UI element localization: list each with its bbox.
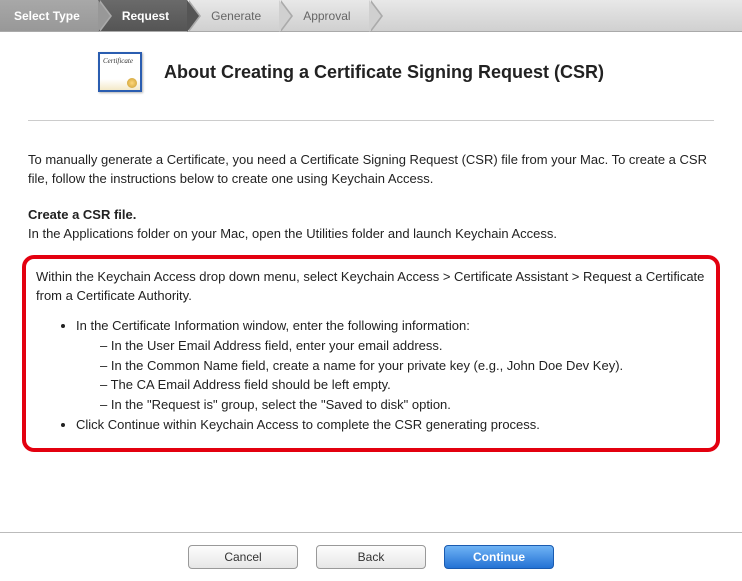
sub-list-item: In the Common Name field, create a name … bbox=[100, 356, 706, 376]
section-subtext: In the Applications folder on your Mac, … bbox=[28, 226, 714, 241]
certificate-icon-label: Certificate bbox=[103, 57, 137, 65]
continue-button[interactable]: Continue bbox=[444, 545, 554, 569]
sub-list-item: In the User Email Address field, enter y… bbox=[100, 336, 706, 356]
list-item-text: In the Certificate Information window, e… bbox=[76, 318, 470, 333]
section-heading: Create a CSR file. bbox=[28, 207, 714, 222]
sub-list-item: In the "Request is" group, select the "S… bbox=[100, 395, 706, 415]
page-title: About Creating a Certificate Signing Req… bbox=[164, 62, 604, 83]
certificate-seal-icon bbox=[127, 78, 137, 88]
back-button[interactable]: Back bbox=[316, 545, 426, 569]
breadcrumb-label: Request bbox=[122, 9, 169, 23]
sub-list-item: The CA Email Address field should be lef… bbox=[100, 375, 706, 395]
breadcrumb: Select Type Request Generate Approval bbox=[0, 0, 742, 32]
list-item: Click Continue within Keychain Access to… bbox=[76, 415, 706, 435]
sub-list: In the User Email Address field, enter y… bbox=[76, 336, 706, 414]
breadcrumb-label: Approval bbox=[303, 9, 350, 23]
list-item: In the Certificate Information window, e… bbox=[76, 316, 706, 415]
breadcrumb-label: Generate bbox=[211, 9, 261, 23]
instructions-list: In the Certificate Information window, e… bbox=[36, 316, 706, 435]
intro-text: To manually generate a Certificate, you … bbox=[28, 151, 714, 189]
header-row: Certificate About Creating a Certificate… bbox=[98, 52, 714, 92]
cancel-button[interactable]: Cancel bbox=[188, 545, 298, 569]
instructions-highlight: Within the Keychain Access drop down men… bbox=[22, 255, 720, 452]
main-content: Certificate About Creating a Certificate… bbox=[0, 32, 742, 462]
divider bbox=[28, 120, 714, 121]
instructions-lead: Within the Keychain Access drop down men… bbox=[36, 267, 706, 306]
footer-buttons: Cancel Back Continue bbox=[0, 532, 742, 581]
certificate-icon: Certificate bbox=[98, 52, 142, 92]
breadcrumb-label: Select Type bbox=[14, 9, 80, 23]
breadcrumb-step-select-type[interactable]: Select Type bbox=[0, 0, 98, 31]
